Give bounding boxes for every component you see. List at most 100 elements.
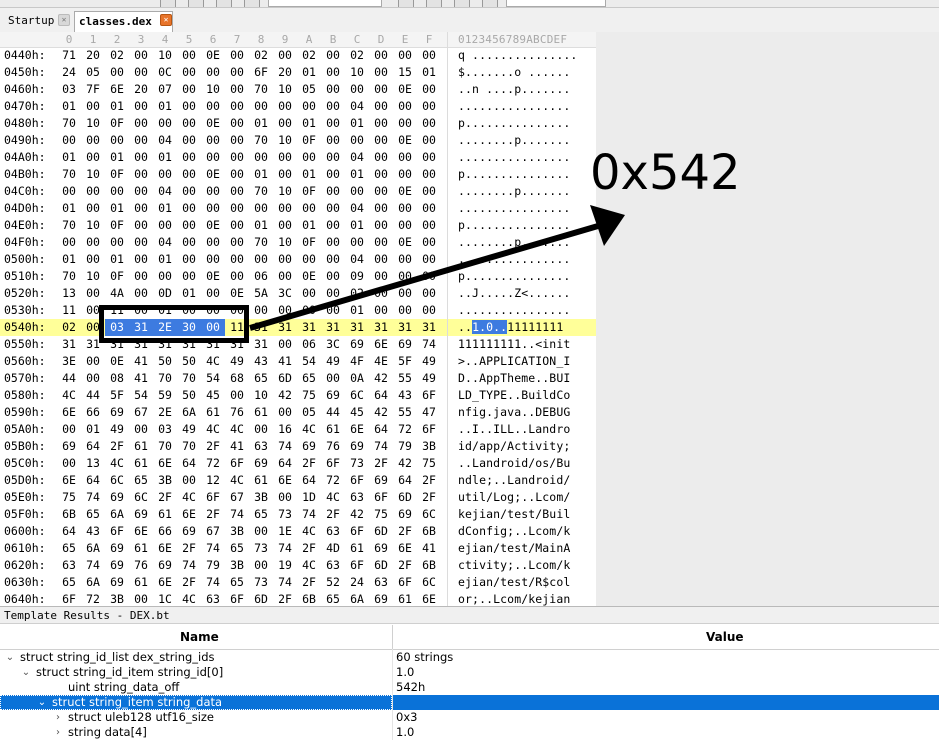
hex-byte[interactable]: 01	[297, 166, 321, 183]
hex-byte[interactable]: 61	[249, 472, 273, 489]
hex-byte[interactable]: 01	[345, 166, 369, 183]
toolbar-button[interactable]	[482, 0, 498, 7]
hex-byte[interactable]: 66	[81, 404, 105, 421]
hex-byte[interactable]: 2E	[153, 404, 177, 421]
hex-byte[interactable]: 00	[417, 183, 441, 200]
toolbar-button[interactable]	[188, 0, 204, 7]
hex-byte[interactable]: 44	[81, 387, 105, 404]
hex-byte[interactable]: 3E	[57, 353, 81, 370]
hex-row[interactable]: 0520h: 13 00 4A 00 0D 01 00 0E 5A 3C 00 00 02 00 00 00..…	[0, 285, 596, 302]
hex-byte[interactable]: 3B	[417, 438, 441, 455]
hex-byte[interactable]: 00	[369, 115, 393, 132]
hex-byte[interactable]: 43	[393, 387, 417, 404]
hex-byte[interactable]: 10	[201, 81, 225, 98]
hex-byte[interactable]: 00	[81, 251, 105, 268]
hex-byte[interactable]: 00	[177, 81, 201, 98]
hex-byte[interactable]: 00	[225, 166, 249, 183]
hex-byte[interactable]: 64	[81, 472, 105, 489]
hex-row[interactable]: 05F0h: 6B 65 6A 69 61 6E 2F 74 65 73 74 2F 42 75 69 6C ke…	[0, 506, 596, 523]
hex-byte[interactable]: 2F	[201, 438, 225, 455]
hex-byte[interactable]: 00	[345, 183, 369, 200]
template-name-cell[interactable]: › string data[4]	[0, 725, 392, 740]
hex-byte[interactable]: 6C	[105, 472, 129, 489]
hex-byte[interactable]: 6A	[345, 591, 369, 606]
hex-row[interactable]: 0510h: 70 10 0F 00 00 00 0E 00 06 00 0E 00 09 00 00 00 p.…	[0, 268, 596, 285]
hex-byte[interactable]: 72	[201, 455, 225, 472]
hex-byte[interactable]: 69	[105, 489, 129, 506]
hex-byte[interactable]: 73	[249, 574, 273, 591]
hex-byte[interactable]: 0F	[105, 268, 129, 285]
hex-byte[interactable]: 67	[225, 489, 249, 506]
hex-byte[interactable]: 01	[297, 115, 321, 132]
hex-byte[interactable]: 31	[297, 319, 321, 336]
hex-byte[interactable]: 6B	[57, 506, 81, 523]
hex-byte[interactable]: 75	[417, 455, 441, 472]
template-name-cell[interactable]: ⌄ struct string_id_list dex_string_ids	[0, 650, 392, 665]
hex-row[interactable]: 04B0h: 70 10 0F 00 00 00 0E 00 01 00 01 00 01 00 00 00 p.…	[0, 166, 596, 183]
hex-byte[interactable]: 55	[393, 404, 417, 421]
hex-byte[interactable]: 70	[57, 217, 81, 234]
ascii-text[interactable]: p...............	[458, 217, 570, 234]
hex-byte[interactable]: 00	[177, 472, 201, 489]
hex-byte[interactable]: 2F	[393, 557, 417, 574]
hex-byte[interactable]: 00	[177, 132, 201, 149]
hex-byte[interactable]: 00	[369, 81, 393, 98]
hex-byte[interactable]: 50	[177, 353, 201, 370]
hex-byte[interactable]: 69	[57, 438, 81, 455]
hex-byte[interactable]: 75	[369, 506, 393, 523]
hex-byte[interactable]: 00	[273, 217, 297, 234]
hex-row[interactable]: 0570h: 44 00 08 41 70 70 54 68 65 6D 65 00 0A 42 55 49 D.…	[0, 370, 596, 387]
hex-byte[interactable]: 74	[297, 506, 321, 523]
hex-byte[interactable]: 00	[177, 200, 201, 217]
hex-byte[interactable]: 74	[273, 540, 297, 557]
ascii-text[interactable]: ................	[458, 200, 570, 217]
hex-byte[interactable]: 69	[153, 557, 177, 574]
hex-byte[interactable]: 1D	[297, 489, 321, 506]
hex-byte[interactable]: 00	[81, 98, 105, 115]
hex-byte[interactable]: 00	[225, 98, 249, 115]
hex-byte[interactable]: 64	[297, 472, 321, 489]
hex-byte[interactable]: 49	[105, 421, 129, 438]
hex-byte[interactable]: 00	[249, 421, 273, 438]
hex-byte[interactable]: 6E	[57, 404, 81, 421]
hex-byte[interactable]: 00	[369, 217, 393, 234]
hex-byte[interactable]: 00	[57, 132, 81, 149]
hex-byte[interactable]: 00	[297, 302, 321, 319]
hex-byte[interactable]: 2F	[177, 574, 201, 591]
hex-byte[interactable]: 6F	[57, 591, 81, 606]
hex-byte[interactable]: 00	[417, 251, 441, 268]
ascii-text[interactable]: ................	[458, 98, 570, 115]
hex-byte[interactable]: 00	[417, 234, 441, 251]
hex-byte[interactable]: 4D	[321, 540, 345, 557]
hex-byte[interactable]: 02	[249, 47, 273, 64]
hex-byte[interactable]: 00	[369, 268, 393, 285]
close-icon[interactable]: ✕	[160, 14, 172, 26]
hex-byte[interactable]: 1E	[273, 523, 297, 540]
hex-byte[interactable]: 00	[393, 98, 417, 115]
column-divider[interactable]	[392, 625, 393, 649]
hex-byte[interactable]: 01	[57, 251, 81, 268]
hex-byte[interactable]: 00	[321, 302, 345, 319]
hex-byte[interactable]: 74	[417, 336, 441, 353]
hex-byte[interactable]: 00	[393, 166, 417, 183]
hex-byte[interactable]: 70	[57, 268, 81, 285]
hex-byte[interactable]: 0E	[225, 285, 249, 302]
hex-byte[interactable]: 59	[153, 387, 177, 404]
hex-byte[interactable]: 73	[273, 506, 297, 523]
hex-row[interactable]: 0610h: 65 6A 69 61 6E 2F 74 65 73 74 2F 4D 61 69 6E 41 ej…	[0, 540, 596, 557]
hex-byte[interactable]: 00	[129, 217, 153, 234]
hex-byte[interactable]: 70	[249, 234, 273, 251]
hex-byte[interactable]: 2F	[153, 489, 177, 506]
hex-byte[interactable]: 01	[153, 200, 177, 217]
hex-byte[interactable]: 00	[129, 285, 153, 302]
hex-byte[interactable]: 10	[81, 115, 105, 132]
hex-row[interactable]: 04E0h: 70 10 0F 00 00 00 0E 00 01 00 01 00 01 00 00 00 p.…	[0, 217, 596, 234]
hex-byte[interactable]: 07	[153, 81, 177, 98]
hex-byte[interactable]: 4C	[297, 523, 321, 540]
hex-byte[interactable]: 01	[105, 98, 129, 115]
hex-byte[interactable]: 64	[81, 438, 105, 455]
template-name-cell[interactable]: › struct uleb128 utf16_size	[0, 710, 392, 725]
hex-byte[interactable]: 00	[273, 404, 297, 421]
hex-byte[interactable]: 00	[369, 166, 393, 183]
hex-byte[interactable]: 6F	[225, 591, 249, 606]
